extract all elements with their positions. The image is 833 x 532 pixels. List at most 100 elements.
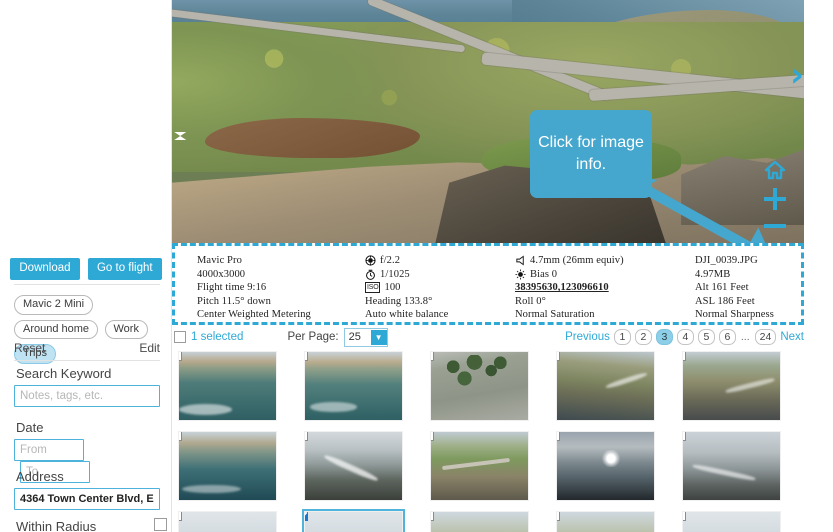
thumbnail[interactable] [304,432,402,500]
pagination-page-3[interactable]: 3 [655,329,673,345]
pagination-next[interactable]: Next [780,331,804,343]
thumbnail[interactable] [682,512,780,532]
thumbnail[interactable] [682,432,780,500]
pagination-page-4[interactable]: 4 [676,329,694,345]
info-row: Mavic Pro [197,255,365,266]
pagination-page-24[interactable]: 24 [754,329,777,345]
selected-count-label[interactable]: 1 selected [191,331,243,343]
callout-text: Click for image info. [538,134,644,173]
image-info-panel[interactable]: Mavic Pro 4000x3000 Flight time 9:16 Pit… [172,243,804,325]
filter-pill-mavic-2-mini[interactable]: Mavic 2 Mini [14,295,94,315]
image-info-grid: Mavic Pro 4000x3000 Flight time 9:16 Pit… [175,246,801,322]
pagination-page-5[interactable]: 5 [697,329,715,345]
thumbnail-checkbox[interactable] [556,432,560,441]
info-value: ASL 186 Feet [695,295,755,307]
list-item[interactable] [172,512,282,532]
gps-coordinates-link[interactable]: 38395630,123096610 [515,282,609,293]
info-value: Alt 161 Feet [695,282,749,294]
info-value: Mavic Pro [197,255,242,266]
thumbnail-checkbox[interactable] [430,512,434,521]
thumbnail-checkbox[interactable] [682,352,686,361]
thumbnail-selected[interactable] [301,509,405,532]
image-info-callout[interactable]: Click for image info. [530,110,652,198]
info-value: 4000x3000 [197,268,246,280]
thumbnail-checkbox[interactable] [430,352,434,361]
info-row: Auto white balance [365,309,515,320]
thumbnail[interactable] [556,352,654,420]
info-column-camera: Mavic Pro 4000x3000 Flight time 9:16 Pit… [197,255,365,322]
aperture-icon [365,255,376,266]
pagination-page-2[interactable]: 2 [634,329,652,345]
within-radius-checkbox[interactable] [154,518,167,531]
list-item[interactable] [424,512,534,532]
thumbnail[interactable] [178,352,276,420]
per-page-select[interactable]: 25 ▼ [343,327,388,347]
info-row: ASL 186 Feet [695,296,825,307]
address-input[interactable] [14,488,160,510]
thumbnail-checkbox[interactable] [682,512,686,521]
list-item[interactable] [676,432,786,500]
thumbnail[interactable] [430,352,528,420]
info-row: 4000x3000 [197,269,365,280]
filter-pill-around-home[interactable]: Around home [14,319,99,340]
thumbnail-checkbox-checked[interactable] [304,512,308,521]
list-item[interactable] [676,512,786,532]
list-item[interactable] [550,352,660,420]
chevron-down-icon[interactable]: ▼ [370,329,387,345]
thumbnail[interactable] [178,512,276,532]
info-value: Heading 133.8° [365,295,433,307]
list-item[interactable] [676,352,786,420]
thumbnail-photo [556,352,654,420]
list-item[interactable] [424,352,534,420]
reset-edit-row: Reset Edit [14,341,160,355]
thumbnail[interactable] [556,512,654,532]
download-button[interactable]: Download [10,258,80,280]
sidebar-divider-1 [14,284,160,285]
list-item[interactable] [298,432,408,500]
thumbnail[interactable] [178,432,276,500]
reset-link[interactable]: Reset [14,341,45,355]
select-all-checkbox[interactable] [174,331,186,343]
info-row: Pitch 11.5° down [197,296,365,307]
thumbnail-checkbox[interactable] [304,352,308,361]
info-value: 4.7mm (26mm equiv) [530,255,624,266]
thumbnail[interactable] [556,432,654,500]
exposure-icon [515,269,526,280]
pagination-previous[interactable]: Previous [565,331,610,343]
thumbnail-checkbox[interactable] [178,432,182,441]
info-value: DJI_0039.JPG [695,255,758,266]
list-item[interactable] [298,352,408,420]
search-keyword-input[interactable] [14,385,160,407]
plus-icon[interactable] [764,188,786,215]
list-item[interactable] [172,432,282,500]
thumbnail-checkbox[interactable] [682,432,686,441]
list-item[interactable] [550,512,660,532]
info-row: Roll 0° [515,296,695,307]
address-label: Address [16,469,64,484]
list-item[interactable] [298,509,408,532]
thumbnail[interactable] [682,352,780,420]
pagination-page-1[interactable]: 1 [613,329,631,345]
thumbnail-checkbox[interactable] [304,432,308,441]
thumbnail[interactable] [304,352,402,420]
thumbnail-checkbox[interactable] [430,432,434,441]
sidebar: Download Go to flight Mavic 2 Mini Aroun… [0,0,172,532]
thumbnail-checkbox[interactable] [178,512,182,521]
thumbnail[interactable] [430,432,528,500]
go-to-flight-button[interactable]: Go to flight [87,258,162,280]
list-item[interactable] [550,432,660,500]
list-item[interactable] [424,432,534,500]
next-image-arrow[interactable]: › [790,58,804,92]
edit-link[interactable]: Edit [139,341,160,355]
list-item[interactable] [172,352,282,420]
thumbnail-photo [430,512,528,532]
thumbnail[interactable] [430,512,528,532]
thumbnail-checkbox[interactable] [556,512,560,521]
date-from-input[interactable] [14,439,84,461]
thumbnail-checkbox[interactable] [556,352,560,361]
thumbnail-checkbox[interactable] [178,352,182,361]
home-icon[interactable] [764,160,786,185]
info-value: Flight time 9:16 [197,282,267,294]
filter-pill-work[interactable]: Work [104,319,148,340]
pagination-page-6[interactable]: 6 [718,329,736,345]
